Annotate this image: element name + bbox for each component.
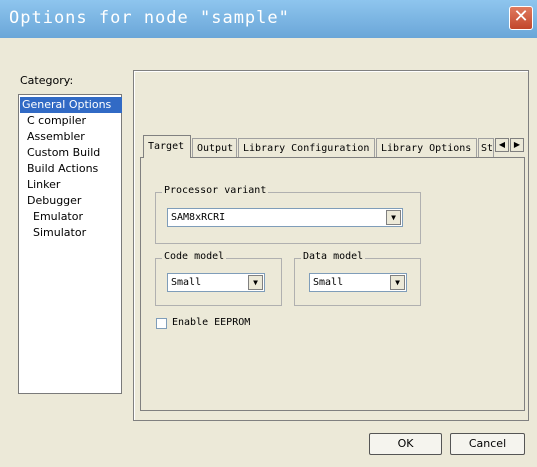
dialog-bottom-edge [0,459,537,467]
processor-variant-value: SAM8xRCRI [171,212,226,223]
ok-button[interactable]: OK [369,433,442,455]
window-title: Options for node "sample" [9,8,290,28]
category-list[interactable]: General Options C compiler Assembler Cus… [18,94,122,394]
code-model-label: Code model [162,251,227,262]
tab-library-configuration[interactable]: Library Configuration [238,138,375,157]
category-item-assembler[interactable]: Assembler [27,129,85,145]
tab-stack[interactable]: St [478,138,494,157]
close-icon[interactable]: ✕ [509,6,533,30]
enable-eeprom-checkbox[interactable] [156,318,167,329]
chevron-down-icon[interactable]: ▼ [248,275,263,290]
category-item-debugger[interactable]: Debugger [27,193,81,209]
data-model-value: Small [313,277,344,288]
tab-output[interactable]: Output [192,138,237,157]
enable-eeprom-label: Enable EEPROM [172,317,251,328]
processor-variant-label: Processor variant [162,185,269,196]
code-model-select[interactable]: Small ▼ [167,273,265,292]
category-item-c-compiler[interactable]: C compiler [27,113,86,129]
tab-library-options[interactable]: Library Options [376,138,477,157]
data-model-label: Data model [301,251,366,262]
title-bar: Options for node "sample" ✕ [0,0,537,38]
cancel-button[interactable]: Cancel [450,433,525,455]
category-label: Category: [20,74,74,87]
tab-scroll-left-icon[interactable]: ◀ [495,138,509,152]
processor-variant-select[interactable]: SAM8xRCRI ▼ [167,208,403,227]
chevron-down-icon[interactable]: ▼ [390,275,405,290]
code-model-value: Small [171,277,202,288]
category-item-general-options[interactable]: General Options [20,97,122,113]
category-item-linker[interactable]: Linker [27,177,60,193]
category-item-custom-build[interactable]: Custom Build [27,145,100,161]
tab-scroll-right-icon[interactable]: ▶ [510,138,524,152]
category-item-emulator[interactable]: Emulator [33,209,83,225]
data-model-select[interactable]: Small ▼ [309,273,407,292]
category-item-simulator[interactable]: Simulator [33,225,86,241]
chevron-down-icon[interactable]: ▼ [386,210,401,225]
tab-target[interactable]: Target [143,135,191,158]
category-item-build-actions[interactable]: Build Actions [27,161,98,177]
